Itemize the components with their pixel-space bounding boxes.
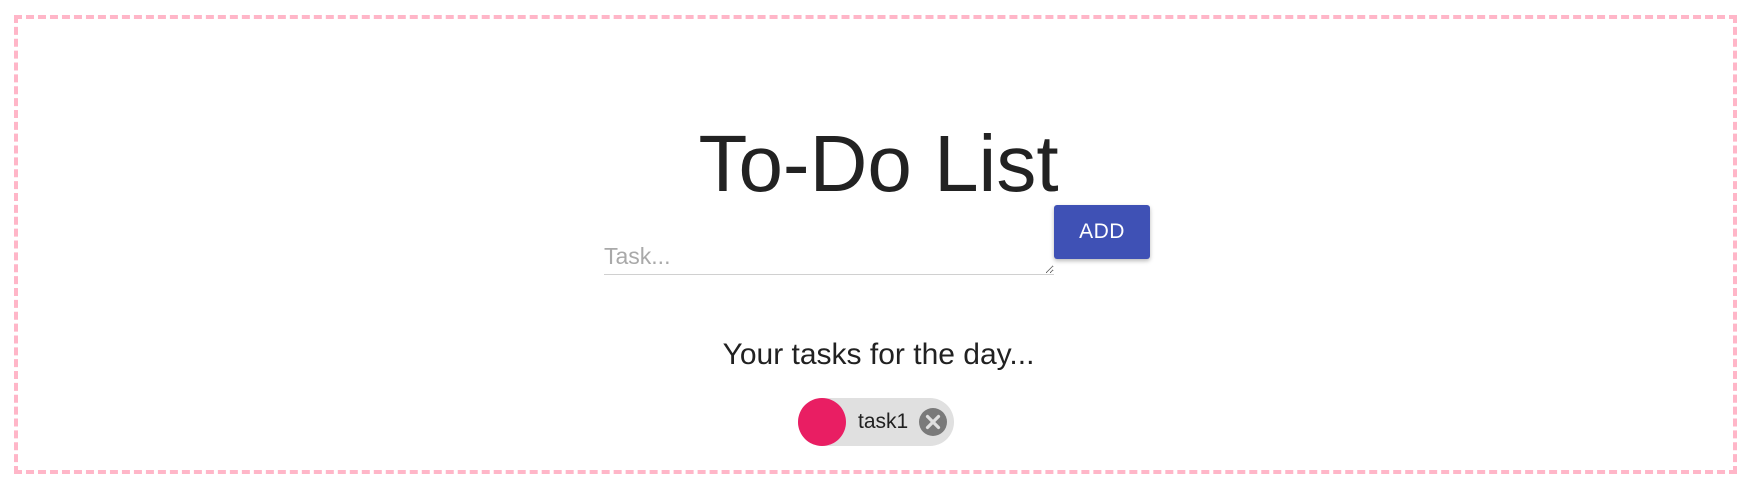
add-task-button[interactable]: ADD	[1054, 205, 1150, 259]
task-chip[interactable]: task1	[798, 398, 954, 446]
tasks-heading: Your tasks for the day...	[722, 338, 1035, 371]
task-avatar	[798, 398, 846, 446]
task-input[interactable]	[604, 241, 1054, 275]
task-label: task1	[858, 410, 909, 433]
close-circle-icon[interactable]	[918, 407, 948, 437]
page-title: To-Do List	[698, 118, 1059, 208]
